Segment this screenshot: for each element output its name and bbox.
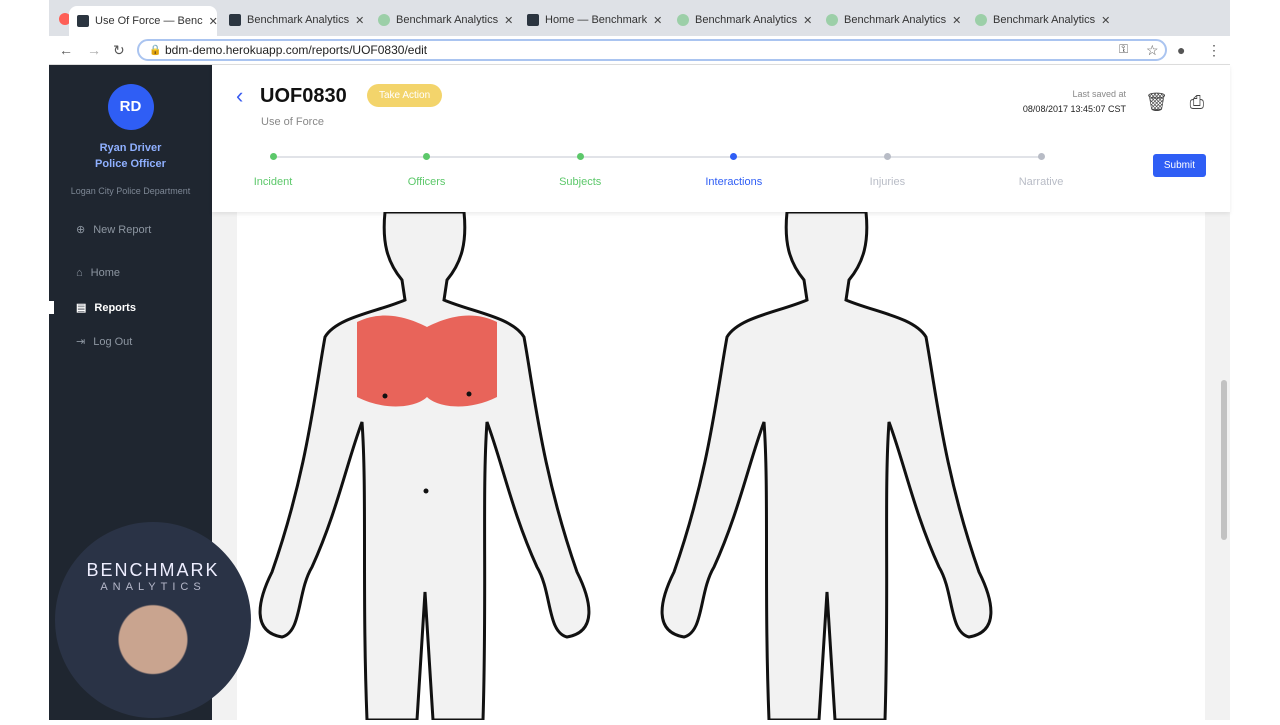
- close-tab-icon[interactable]: ✕: [653, 14, 662, 27]
- close-tab-icon[interactable]: ✕: [952, 14, 961, 27]
- step-officers[interactable]: Officers: [367, 153, 487, 188]
- react-icon: [229, 14, 241, 26]
- page-subtitle: Use of Force: [261, 116, 324, 128]
- star-icon[interactable]: ☆: [1146, 42, 1159, 59]
- home-icon: ⌂: [76, 267, 83, 279]
- browser-tab[interactable]: Use Of Force — Benc ✕: [69, 6, 217, 36]
- chest-region-selected[interactable]: [357, 315, 497, 407]
- close-tab-icon[interactable]: ✕: [209, 15, 217, 28]
- body-map: [258, 210, 993, 722]
- step-dot: [576, 153, 584, 160]
- step-dot: [269, 153, 277, 160]
- benchmark-logo: BENCHMARK ANALYTICS: [86, 560, 220, 593]
- last-saved: Last saved at 08/08/2017 13:45:07 CST: [1022, 89, 1126, 114]
- presenter-video-overlay: BENCHMARK ANALYTICS: [55, 522, 251, 718]
- menu-icon[interactable]: ⋮: [1207, 42, 1221, 59]
- close-tab-icon[interactable]: ✕: [803, 14, 812, 27]
- browser-chrome: Use Of Force — Benc ✕ Benchmark Analytics ✕…: [49, 0, 1230, 65]
- gear-green-icon: [378, 14, 390, 26]
- browser-tab[interactable]: Benchmark Analytics ✕: [967, 8, 1115, 32]
- gear-green-icon: [975, 14, 987, 26]
- browser-tab[interactable]: Benchmark Analytics ✕: [370, 8, 518, 32]
- department: Logan City Police Department: [70, 186, 191, 196]
- close-tab-icon[interactable]: ✕: [355, 14, 364, 27]
- user-name: Ryan Driver: [99, 142, 162, 154]
- react-icon: [527, 14, 539, 26]
- step-subjects[interactable]: Subjects: [520, 153, 640, 188]
- sidebar-item-home[interactable]: ⌂ Home: [49, 267, 212, 279]
- step-dot: [730, 153, 738, 160]
- plus-circle-icon: ⊕: [76, 224, 86, 236]
- url-input[interactable]: 🔒 bdm-demo.herokuapp.com/reports/UOF0830/…: [137, 39, 1167, 61]
- browser-tab[interactable]: Benchmark Analytics ✕: [669, 8, 817, 32]
- back-icon[interactable]: ←: [59, 42, 73, 58]
- gear-green-icon: [826, 14, 838, 26]
- trash-icon[interactable]: 🗑: [1145, 92, 1168, 113]
- key-icon[interactable]: ⚿: [1119, 42, 1128, 57]
- body-back[interactable]: [660, 210, 993, 722]
- take-action-button[interactable]: Take Action: [367, 84, 443, 107]
- scrollbar[interactable]: [1221, 380, 1227, 540]
- body-map-card: [237, 210, 1205, 722]
- close-tab-icon[interactable]: ✕: [504, 14, 513, 27]
- avatar[interactable]: RD: [107, 84, 154, 130]
- step-injuries[interactable]: Injuries: [827, 153, 947, 188]
- logout-icon: ⇥: [76, 336, 86, 348]
- browser-tab[interactable]: Benchmark Analytics ✕: [818, 8, 966, 32]
- step-dot: [1037, 153, 1045, 160]
- browser-tab[interactable]: Benchmark Analytics ✕: [221, 8, 369, 32]
- document-icon: ▤: [76, 302, 87, 314]
- content-area: [212, 210, 1230, 722]
- submit-button[interactable]: Submit: [1152, 154, 1206, 177]
- user-role: Police Officer: [95, 158, 166, 170]
- sidebar-item-log-out[interactable]: ⇥ Log Out: [49, 335, 212, 349]
- body-front[interactable]: [258, 210, 591, 722]
- close-tab-icon[interactable]: ✕: [1101, 14, 1110, 27]
- back-chevron-icon[interactable]: ‹: [236, 83, 243, 109]
- print-icon[interactable]: ⎙: [1190, 92, 1204, 113]
- browser-tab[interactable]: Home — Benchmark ✕: [519, 8, 667, 32]
- reload-icon[interactable]: ↻: [113, 42, 125, 59]
- step-narrative[interactable]: Narrative: [981, 153, 1101, 188]
- report-header: ‹ UOF0830 Take Action Use of Force Last …: [212, 65, 1230, 212]
- step-incident[interactable]: Incident: [213, 153, 333, 188]
- profile-icon[interactable]: ●: [1177, 42, 1185, 58]
- forward-icon[interactable]: →: [87, 42, 101, 58]
- sidebar-item-reports[interactable]: ▤ Reports: [49, 301, 212, 314]
- address-bar: ← → ↻ 🔒 bdm-demo.herokuapp.com/reports/UO…: [49, 36, 1230, 65]
- sidebar-item-new-report[interactable]: ⊕ New Report: [49, 223, 212, 237]
- step-interactions[interactable]: Interactions: [674, 153, 794, 188]
- react-icon: [77, 15, 89, 27]
- page-title: UOF0830: [260, 85, 347, 107]
- step-dot: [883, 153, 891, 160]
- gear-green-icon: [677, 14, 689, 26]
- lock-icon: 🔒: [149, 45, 162, 56]
- step-dot: [423, 153, 431, 160]
